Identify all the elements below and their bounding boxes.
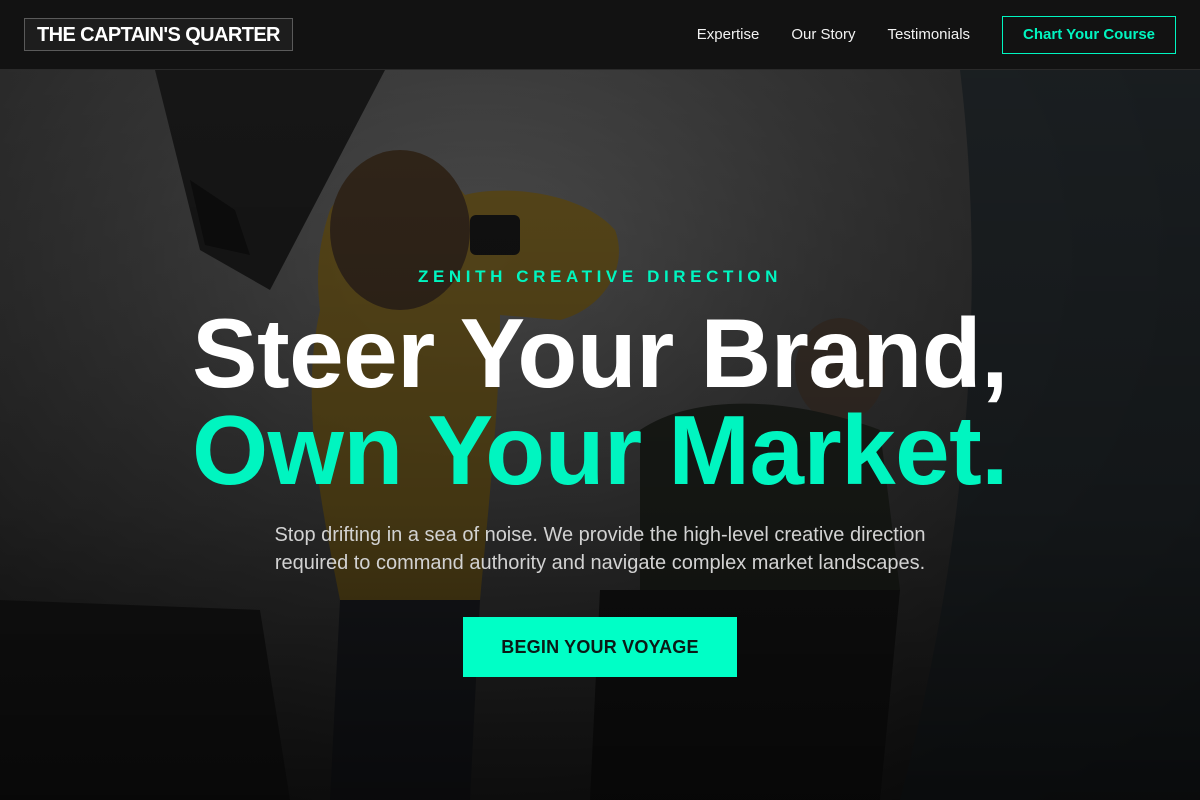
- hero-subtitle: Stop drifting in a sea of noise. We prov…: [274, 524, 926, 574]
- nav-link-our-story[interactable]: Our Story: [791, 26, 855, 43]
- nav-link-expertise[interactable]: Expertise: [697, 26, 760, 43]
- hero-headline-line1: Steer Your Brand,: [192, 298, 1008, 408]
- main-nav: Expertise Our Story Testimonials Chart Y…: [665, 15, 1176, 54]
- hero-content: ZENITH CREATIVE DIRECTION Steer Your Bra…: [0, 70, 1200, 800]
- chart-your-course-button[interactable]: Chart Your Course: [1002, 15, 1176, 54]
- site-header: THE CAPTAIN'S QUARTER Expertise Our Stor…: [0, 0, 1200, 70]
- begin-voyage-button[interactable]: BEGIN YOUR VOYAGE: [463, 617, 737, 677]
- brand-logo[interactable]: THE CAPTAIN'S QUARTER: [24, 18, 293, 51]
- hero-eyebrow: ZENITH CREATIVE DIRECTION: [417, 267, 783, 286]
- hero-headline-line2: Own Your Market.: [191, 395, 1009, 505]
- nav-link-testimonials[interactable]: Testimonials: [888, 26, 971, 43]
